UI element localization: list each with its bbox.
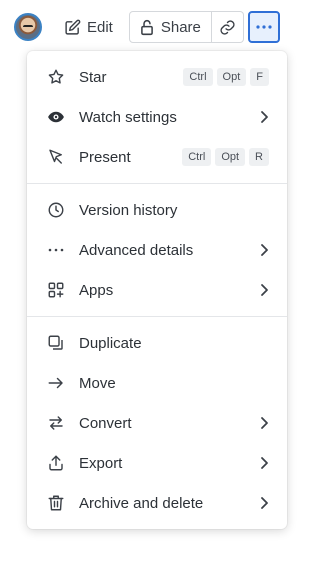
kbd-key: R [249, 148, 269, 166]
avatar[interactable] [14, 13, 42, 41]
pencil-icon [64, 19, 87, 36]
menu-item-star[interactable]: Star Ctrl Opt F [27, 57, 287, 97]
menu-item-label: Convert [79, 414, 132, 432]
menu-item-move[interactable]: Move [27, 363, 287, 403]
export-icon [47, 454, 65, 472]
more-actions-menu: Star Ctrl Opt F Watch settings Present C… [27, 51, 287, 529]
menu-item-convert[interactable]: Convert [27, 403, 287, 443]
menu-item-apps[interactable]: Apps [27, 270, 287, 310]
kbd-key: F [250, 68, 269, 86]
menu-item-label: Watch settings [79, 108, 177, 126]
star-icon [47, 68, 65, 86]
chevron-right-icon [259, 110, 269, 124]
chevron-right-icon [259, 416, 269, 430]
present-icon [47, 148, 65, 166]
menu-item-advanced-details[interactable]: Advanced details [27, 230, 287, 270]
menu-item-label: Version history [79, 201, 178, 219]
menu-item-version-history[interactable]: Version history [27, 190, 287, 230]
eye-icon [47, 108, 65, 126]
chevron-right-icon [259, 243, 269, 257]
kbd-key: Opt [215, 148, 246, 166]
convert-icon [47, 414, 65, 432]
edit-button[interactable]: Edit [56, 11, 123, 43]
trash-icon [47, 494, 65, 512]
clock-icon [47, 201, 65, 219]
menu-item-duplicate[interactable]: Duplicate [27, 323, 287, 363]
menu-item-label: Star [79, 68, 107, 86]
toolbar: Edit Share [14, 10, 289, 44]
menu-divider [27, 183, 287, 184]
more-actions-button[interactable] [247, 11, 280, 43]
menu-item-label: Advanced details [79, 241, 194, 259]
menu-item-present[interactable]: Present Ctrl Opt R [27, 137, 287, 177]
ellipsis-icon [47, 241, 65, 259]
menu-item-label: Archive and delete [79, 494, 204, 512]
chevron-right-icon [259, 283, 269, 297]
keyboard-shortcut: Ctrl Opt F [183, 68, 269, 86]
menu-divider [27, 316, 287, 317]
kbd-key: Ctrl [182, 148, 212, 166]
chevron-right-icon [259, 456, 269, 470]
chevron-right-icon [259, 496, 269, 510]
apps-icon [47, 281, 65, 299]
link-icon [219, 19, 236, 36]
page: Edit Share Star Ctrl Opt F Watch setting… [0, 0, 305, 565]
arrow-right-icon [47, 374, 65, 392]
menu-item-label: Apps [79, 281, 114, 299]
edit-button-label: Edit [87, 18, 113, 36]
menu-item-watch-settings[interactable]: Watch settings [27, 97, 287, 137]
menu-item-label: Move [79, 374, 116, 392]
kbd-key: Opt [216, 68, 247, 86]
menu-item-label: Duplicate [79, 334, 142, 352]
kbd-key: Ctrl [183, 68, 213, 86]
duplicate-icon [47, 334, 65, 352]
ellipsis-icon [255, 24, 273, 30]
menu-item-export[interactable]: Export [27, 443, 287, 483]
keyboard-shortcut: Ctrl Opt R [182, 148, 269, 166]
lock-open-icon [140, 19, 161, 36]
menu-item-label: Present [79, 148, 131, 166]
menu-item-label: Export [79, 454, 123, 472]
menu-item-archive-and-delete[interactable]: Archive and delete [27, 483, 287, 523]
copy-link-button[interactable] [211, 11, 244, 43]
share-button[interactable]: Share [128, 11, 212, 43]
share-button-label: Share [160, 18, 201, 36]
